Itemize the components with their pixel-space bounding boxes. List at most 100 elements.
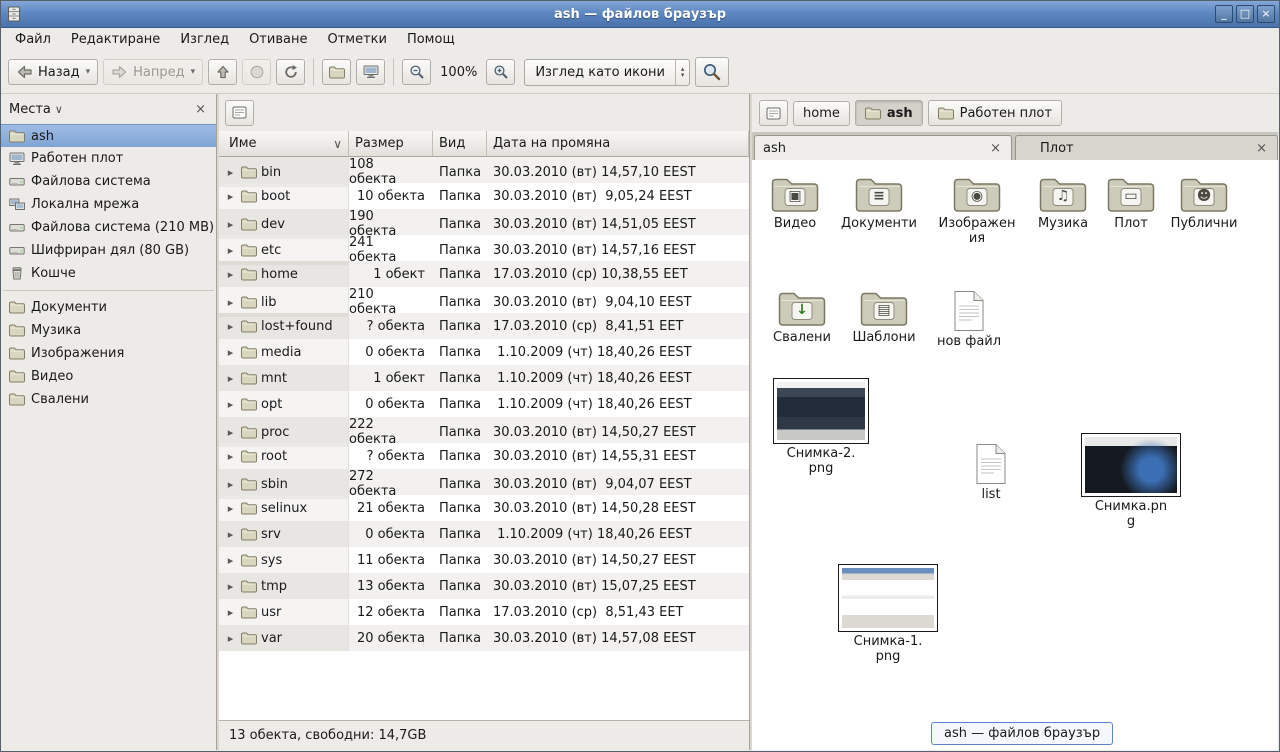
icon-canvas[interactable]: ▣Видео≡Документи◉Изображения♫Музика▭Плот…: [752, 160, 1278, 750]
location-toggle-button[interactable]: [225, 100, 254, 126]
titlebar[interactable]: ash — файлов браузър _ □ ×: [1, 1, 1279, 28]
file-row[interactable]: ▸opt0 обектаПапка 1.10.2009 (чт) 18,40,2…: [219, 391, 749, 417]
home-button[interactable]: [322, 59, 351, 85]
file-row[interactable]: ▸home1 обектПапка17.03.2010 (ср) 10,38,5…: [219, 261, 749, 287]
menu-go[interactable]: Отиване: [239, 29, 317, 50]
expander-icon[interactable]: ▸: [225, 320, 236, 333]
expander-icon[interactable]: ▸: [225, 268, 236, 281]
close-button[interactable]: ×: [1257, 5, 1275, 23]
path-button-desktop[interactable]: Работен плот: [928, 100, 1062, 126]
menu-view[interactable]: Изглед: [170, 29, 239, 50]
icon-item-new-file[interactable]: нов файл: [923, 290, 1015, 350]
tab-close-icon[interactable]: ×: [988, 141, 1003, 156]
sidebar-item-video[interactable]: Видео: [1, 365, 216, 388]
stop-button[interactable]: [242, 59, 271, 85]
icon-item-snimka-1-png[interactable]: Снимка-1.png: [833, 564, 943, 665]
places-selector-arrow-icon[interactable]: ∨: [55, 103, 63, 116]
computer-button[interactable]: [356, 59, 385, 85]
view-mode-combo[interactable]: Изглед като икони ▴▾: [524, 59, 690, 86]
icon-item-downloads-folder[interactable]: ↓Свалени: [756, 288, 848, 346]
file-row[interactable]: ▸dev190 обектаПапка30.03.2010 (вт) 14,51…: [219, 209, 749, 235]
sidebar-item-filesystem-210mb[interactable]: Файлова система (210 MB): [1, 216, 216, 239]
sidebar-item-documents[interactable]: Документи: [1, 296, 216, 319]
path-button-ash[interactable]: ash: [855, 100, 923, 126]
expander-icon[interactable]: ▸: [225, 606, 236, 619]
expander-icon[interactable]: ▸: [225, 478, 236, 491]
file-row[interactable]: ▸sys11 обектаПапка30.03.2010 (вт) 14,50,…: [219, 547, 749, 573]
maximize-button[interactable]: □: [1236, 5, 1254, 23]
expander-icon[interactable]: ▸: [225, 296, 236, 309]
sidebar-item-desktop[interactable]: Работен плот: [1, 147, 216, 170]
menu-file[interactable]: Файл: [5, 29, 61, 50]
up-button[interactable]: [208, 59, 237, 85]
expander-icon[interactable]: ▸: [225, 218, 236, 231]
reload-button[interactable]: [276, 59, 305, 85]
sidebar-item-local-network[interactable]: Локална мрежа: [1, 193, 216, 216]
expander-icon[interactable]: ▸: [225, 502, 236, 515]
file-row[interactable]: ▸usr12 обектаПапка17.03.2010 (ср) 8,51,4…: [219, 599, 749, 625]
sidebar-item-music[interactable]: Музика: [1, 319, 216, 342]
file-row[interactable]: ▸mnt1 обектПапка 1.10.2009 (чт) 18,40,26…: [219, 365, 749, 391]
file-row[interactable]: ▸lost+found? обектаПапка17.03.2010 (ср) …: [219, 313, 749, 339]
sidebar-item-pictures[interactable]: Изображения: [1, 342, 216, 365]
column-header-type[interactable]: Вид: [433, 131, 487, 157]
icon-item-snimka-png[interactable]: Снимка.png: [1076, 433, 1186, 530]
sidebar-item-downloads[interactable]: Свалени: [1, 388, 216, 411]
back-history-dropdown-icon[interactable]: ▾: [86, 67, 91, 77]
file-row[interactable]: ▸var20 обектаПапка30.03.2010 (вт) 14,57,…: [219, 625, 749, 651]
sidebar-item-encrypted-80gb[interactable]: Шифриран дял (80 GB): [1, 239, 216, 262]
search-button[interactable]: [695, 57, 729, 87]
sidebar-item-ash[interactable]: ash: [1, 124, 216, 147]
sidebar-item-filesystem[interactable]: Файлова система: [1, 170, 216, 193]
expander-icon[interactable]: ▸: [225, 346, 236, 359]
minimize-button[interactable]: _: [1215, 5, 1233, 23]
file-row[interactable]: ▸tmp13 обектаПапка30.03.2010 (вт) 15,07,…: [219, 573, 749, 599]
expander-icon[interactable]: ▸: [225, 166, 236, 179]
expander-icon[interactable]: ▸: [225, 398, 236, 411]
file-row[interactable]: ▸etc241 обектаПапка30.03.2010 (вт) 14,57…: [219, 235, 749, 261]
icon-item-snimka-2-png[interactable]: Снимка-2.png: [766, 378, 876, 477]
forward-history-dropdown-icon[interactable]: ▾: [191, 67, 196, 77]
tab-ash[interactable]: ash ×: [754, 135, 1012, 160]
column-header-name[interactable]: Име ∨: [219, 131, 349, 157]
places-close-icon[interactable]: ×: [193, 102, 208, 117]
file-row[interactable]: ▸boot10 обектаПапка30.03.2010 (вт) 9,05,…: [219, 183, 749, 209]
expander-icon[interactable]: ▸: [225, 450, 236, 463]
expander-icon[interactable]: ▸: [225, 632, 236, 645]
icon-item-templates-folder[interactable]: ▤Шаблони: [838, 288, 930, 346]
menu-help[interactable]: Помощ: [397, 29, 465, 50]
expander-icon[interactable]: ▸: [225, 580, 236, 593]
file-row[interactable]: ▸root? обектаПапка30.03.2010 (вт) 14,55,…: [219, 443, 749, 469]
file-row[interactable]: ▸media0 обектаПапка 1.10.2009 (чт) 18,40…: [219, 339, 749, 365]
icon-item-video-folder[interactable]: ▣Видео: [752, 174, 841, 232]
icon-item-images-folder[interactable]: ◉Изображения: [931, 174, 1023, 247]
location-toggle-button[interactable]: [759, 100, 788, 126]
expander-icon[interactable]: ▸: [225, 426, 236, 439]
sidebar-item-trash[interactable]: Кошче: [1, 262, 216, 285]
expander-icon[interactable]: ▸: [225, 190, 236, 203]
expander-icon[interactable]: ▸: [225, 372, 236, 385]
file-row[interactable]: ▸proc222 обектаПапка30.03.2010 (вт) 14,5…: [219, 417, 749, 443]
icon-item-public-folder[interactable]: ☻Публични: [1158, 174, 1250, 232]
file-row[interactable]: ▸lib210 обектаПапка30.03.2010 (вт) 9,04,…: [219, 287, 749, 313]
icon-item-list-file[interactable]: list: [945, 443, 1037, 503]
expander-icon[interactable]: ▸: [225, 554, 236, 567]
column-header-size[interactable]: Размер: [349, 131, 433, 157]
expander-icon[interactable]: ▸: [225, 244, 236, 257]
tab-close-icon[interactable]: ×: [1254, 141, 1269, 156]
column-header-date[interactable]: Дата на промяна: [487, 131, 749, 157]
menu-bookmarks[interactable]: Отметки: [317, 29, 396, 50]
icon-item-documents-folder[interactable]: ≡Документи: [833, 174, 925, 232]
back-button[interactable]: Назад ▾: [8, 59, 98, 85]
menu-edit[interactable]: Редактиране: [61, 29, 170, 50]
zoom-in-button[interactable]: [486, 59, 515, 85]
expander-icon[interactable]: ▸: [225, 528, 236, 541]
file-row[interactable]: ▸selinux21 обектаПапка30.03.2010 (вт) 14…: [219, 495, 749, 521]
forward-button[interactable]: Напред ▾: [103, 59, 203, 85]
tab-plot[interactable]: Плот ×: [1015, 135, 1278, 160]
zoom-out-button[interactable]: [402, 59, 431, 85]
file-row[interactable]: ▸bin108 обектаПапка30.03.2010 (вт) 14,57…: [219, 157, 749, 183]
file-row[interactable]: ▸sbin272 обектаПапка30.03.2010 (вт) 9,04…: [219, 469, 749, 495]
path-button-home[interactable]: home: [793, 101, 850, 126]
file-row[interactable]: ▸srv0 обектаПапка 1.10.2009 (чт) 18,40,2…: [219, 521, 749, 547]
